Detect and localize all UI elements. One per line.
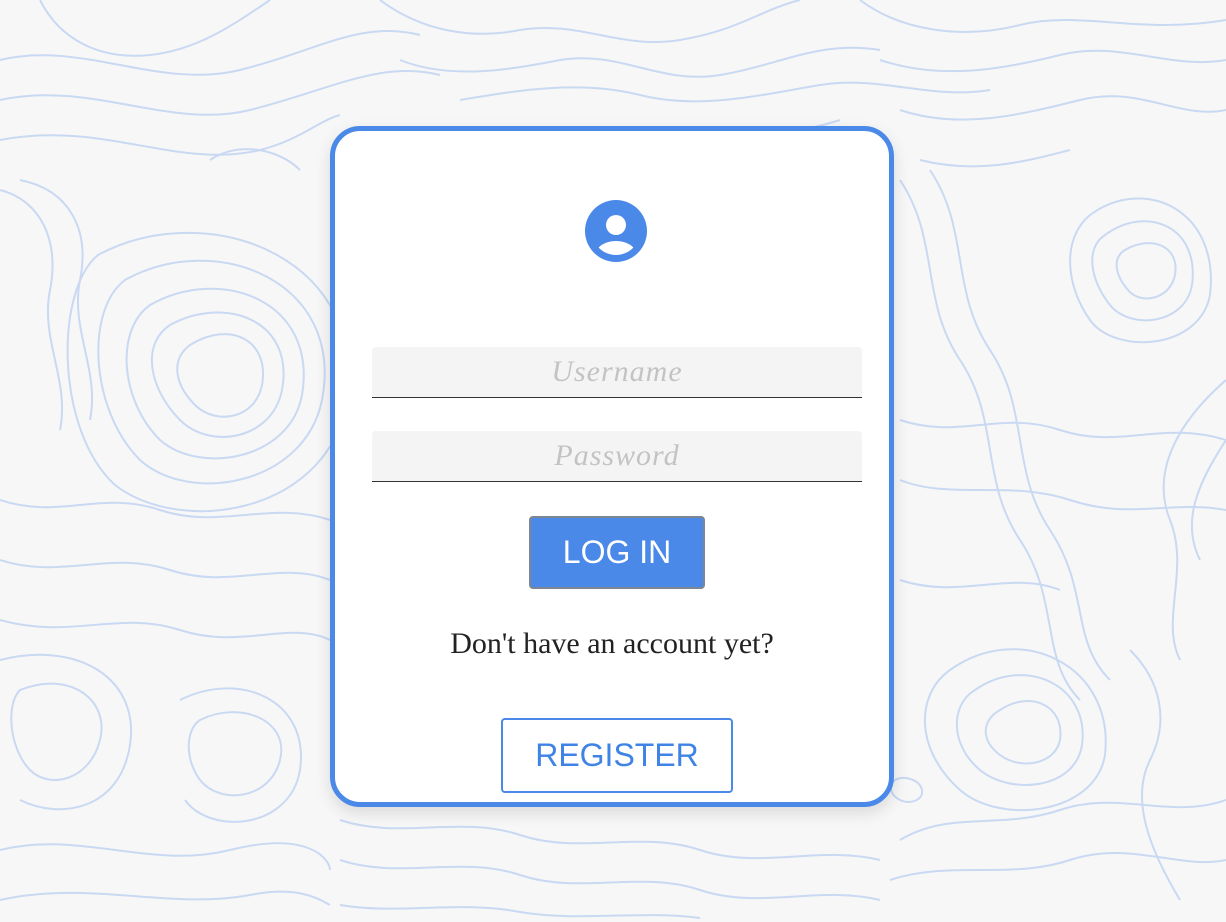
username-input[interactable] (372, 347, 862, 398)
password-input[interactable] (372, 431, 862, 482)
register-button[interactable]: REGISTER (501, 718, 733, 793)
register-prompt: Don't have an account yet? (450, 627, 774, 660)
user-circle-icon (585, 200, 647, 262)
login-card: LOG IN Don't have an account yet? REGIST… (330, 126, 894, 807)
login-button[interactable]: LOG IN (529, 516, 705, 589)
